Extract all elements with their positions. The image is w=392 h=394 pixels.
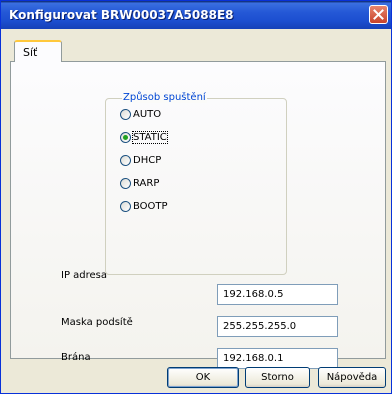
close-button[interactable] <box>369 5 388 24</box>
startup-method-group: Způsob spuštění AUTO STATIC DHCP RARP BO… <box>105 92 287 275</box>
radio-button[interactable] <box>120 109 131 120</box>
tab-label: Síť <box>23 46 38 59</box>
radio-label: STATIC <box>132 131 168 144</box>
close-icon <box>373 9 384 20</box>
gateway-label: Brána <box>61 352 91 363</box>
subnet-mask-label: Maska podsítě <box>61 317 133 328</box>
ip-address-input[interactable] <box>217 284 338 305</box>
radio-bootp[interactable]: BOOTP <box>120 201 168 212</box>
radio-label: DHCP <box>133 155 162 166</box>
title-bar[interactable]: Konfigurovat BRW00037A5088E8 <box>1 1 391 29</box>
help-button[interactable]: Nápověda <box>318 367 386 388</box>
cancel-button[interactable]: Storno <box>245 367 310 388</box>
tab-network[interactable]: Síť <box>14 40 62 62</box>
radio-button[interactable] <box>120 155 131 166</box>
radio-rarp[interactable]: RARP <box>120 178 159 189</box>
radio-button[interactable] <box>120 201 131 212</box>
radio-static[interactable]: STATIC <box>120 131 168 144</box>
radio-button[interactable] <box>120 132 131 143</box>
subnet-mask-input[interactable] <box>217 316 338 337</box>
configure-dialog: Konfigurovat BRW00037A5088E8 Síť Způsob … <box>0 0 392 394</box>
radio-auto[interactable]: AUTO <box>120 109 161 120</box>
radio-dhcp[interactable]: DHCP <box>120 155 161 166</box>
window-title: Konfigurovat BRW00037A5088E8 <box>9 8 234 22</box>
radio-label: RARP <box>133 178 160 189</box>
radio-button[interactable] <box>120 178 131 189</box>
gateway-input[interactable] <box>217 348 338 369</box>
radio-label: AUTO <box>133 109 162 120</box>
radio-label: BOOTP <box>133 201 168 212</box>
dialog-client-area: Síť Způsob spuštění AUTO STATIC DHCP RAR… <box>4 32 388 389</box>
group-legend: Způsob spuštění <box>122 92 207 103</box>
tab-panel-network: Způsob spuštění AUTO STATIC DHCP RARP BO… <box>10 61 386 369</box>
ok-button[interactable]: OK <box>167 367 239 388</box>
ip-address-label: IP adresa <box>61 270 108 281</box>
